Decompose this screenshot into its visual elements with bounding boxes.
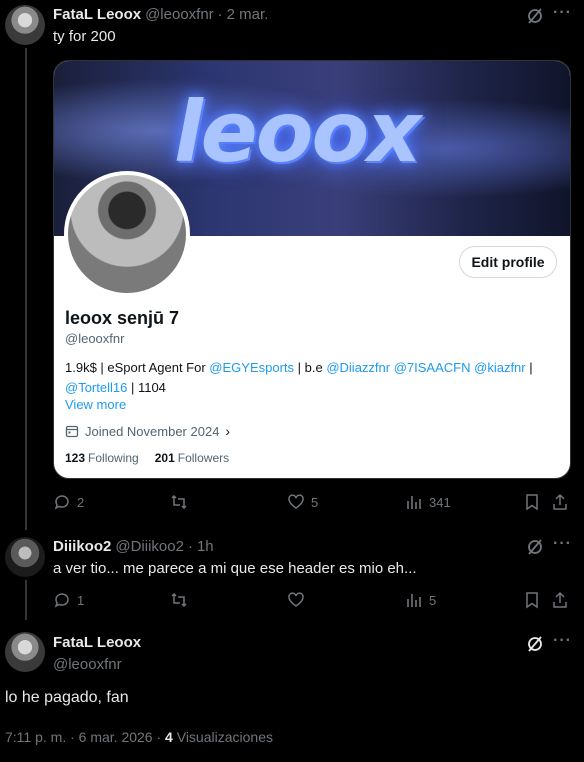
reply-button[interactable]: 2 [53, 493, 84, 511]
like-count: 5 [311, 494, 319, 510]
bio-text: | b.e [294, 360, 327, 375]
thread-line [25, 48, 27, 530]
views-count: 341 [429, 494, 451, 510]
like-button[interactable] [287, 591, 305, 609]
author-name[interactable]: FataL Leoox [53, 6, 141, 23]
views-button[interactable]: 5 [405, 591, 436, 609]
joined-date: Joined November 2024 › [65, 423, 230, 439]
author-name[interactable]: FataL Leoox [53, 634, 141, 651]
bio-mention-egyesports[interactable]: @EGYEsports [209, 360, 294, 375]
reply-icon [54, 495, 69, 510]
banner-text: leoox [174, 83, 421, 181]
share-icon [553, 591, 567, 608]
profile-name: leoox senjū 7 [65, 308, 180, 328]
following-count: 123 [65, 451, 86, 465]
tweet-header: Diiikoo2 @Diiikoo2 · 1h [53, 538, 214, 555]
tweet-text: ty for 200 [53, 28, 116, 45]
joined-label: Joined November 2024 [85, 423, 220, 439]
timestamp[interactable]: 2 mar. [227, 6, 269, 23]
profile-card[interactable]: leoox Edit profile leoox senjū 7 @leooxf… [53, 60, 571, 479]
profile-avatar [64, 171, 190, 297]
avatar[interactable] [5, 632, 45, 672]
tweet-actions: 1 5 [53, 591, 573, 611]
bio-mention-tortell16[interactable]: @Tortell16 [65, 380, 127, 395]
more-icon[interactable]: ··· [553, 4, 572, 22]
bookmark-icon [526, 494, 538, 511]
views-button[interactable]: 341 [405, 493, 451, 511]
retweet-button[interactable] [170, 591, 188, 609]
tweet-header: FataL Leoox @leooxfnr · 2 mar. [53, 6, 268, 23]
views-count: 5 [429, 592, 437, 608]
calendar-icon [65, 425, 79, 438]
author-name[interactable]: Diiikoo2 [53, 538, 111, 555]
avatar[interactable] [5, 5, 45, 45]
bookmark-icon [526, 592, 538, 609]
heart-icon [288, 494, 304, 509]
retweet-button[interactable] [170, 493, 188, 511]
tweet-meta: 7:11 p. m. · 6 mar. 2026 · 4 Visualizaci… [5, 729, 273, 745]
retweet-icon [171, 494, 187, 510]
share-icon [553, 493, 567, 510]
views-count: 4 [165, 729, 173, 745]
tweet-header: FataL Leoox @leooxfnr [53, 634, 141, 673]
bio-text: | 1104 [127, 380, 166, 395]
grok-icon[interactable] [526, 635, 544, 653]
tweet-actions: 2 5 341 [53, 493, 573, 513]
reply-button[interactable]: 1 [53, 591, 84, 609]
reply-icon [54, 593, 69, 608]
share-button[interactable] [551, 591, 569, 609]
following-label: Following [88, 451, 139, 465]
grok-icon[interactable] [526, 7, 544, 25]
heart-icon [288, 592, 304, 607]
share-button[interactable] [551, 493, 569, 511]
reply-count: 1 [77, 592, 85, 608]
grok-icon[interactable] [526, 538, 544, 556]
followers-label: Followers [177, 451, 230, 465]
like-button[interactable]: 5 [287, 493, 318, 511]
separator: · [217, 6, 223, 23]
bookmark-button[interactable] [523, 493, 541, 511]
post-timestamp[interactable]: 7:11 p. m. · 6 mar. 2026 · [5, 729, 165, 745]
more-icon[interactable]: ··· [553, 535, 572, 553]
profile-handle: @leooxfnr [65, 331, 125, 346]
thread-line [25, 580, 27, 620]
author-handle[interactable]: @leooxfnr [145, 6, 214, 23]
bio-mention-kiazfnr[interactable]: @kiazfnr [474, 360, 526, 375]
separator: · [187, 538, 193, 555]
chevron-right-icon[interactable]: › [225, 423, 230, 439]
profile-bio: 1.9k$ | eSport Agent For @EGYEsports | b… [65, 358, 565, 398]
timestamp[interactable]: 1h [197, 538, 214, 555]
bio-mention-7isaacfn[interactable]: @7ISAACFN [394, 360, 471, 375]
follow-counts: 123 Following 201 Followers [65, 451, 229, 465]
retweet-icon [171, 592, 187, 608]
tweet-text: lo he pagado, fan [5, 689, 129, 706]
bio-text: | [525, 360, 533, 375]
bookmark-button[interactable] [523, 591, 541, 609]
author-handle[interactable]: @Diiikoo2 [115, 538, 184, 555]
reply-count: 2 [77, 494, 85, 510]
views-icon [407, 496, 421, 509]
more-icon[interactable]: ··· [553, 632, 572, 650]
views-label: Visualizaciones [172, 729, 273, 745]
followers-stat[interactable]: 201 Followers [155, 451, 229, 465]
following-stat[interactable]: 123 Following [65, 451, 139, 465]
edit-profile-button[interactable]: Edit profile [459, 246, 557, 278]
author-handle[interactable]: @leooxfnr [53, 656, 122, 673]
bio-mention-diiazzfnr[interactable]: @Diiazzfnr [326, 360, 390, 375]
tweet-text: a ver tio... me parece a mi que ese head… [53, 560, 417, 577]
avatar[interactable] [5, 537, 45, 577]
followers-count: 201 [154, 451, 175, 465]
bio-text: 1.9k$ | eSport Agent For [65, 360, 210, 375]
view-more-link[interactable]: View more [65, 397, 126, 412]
views-icon [407, 594, 421, 607]
